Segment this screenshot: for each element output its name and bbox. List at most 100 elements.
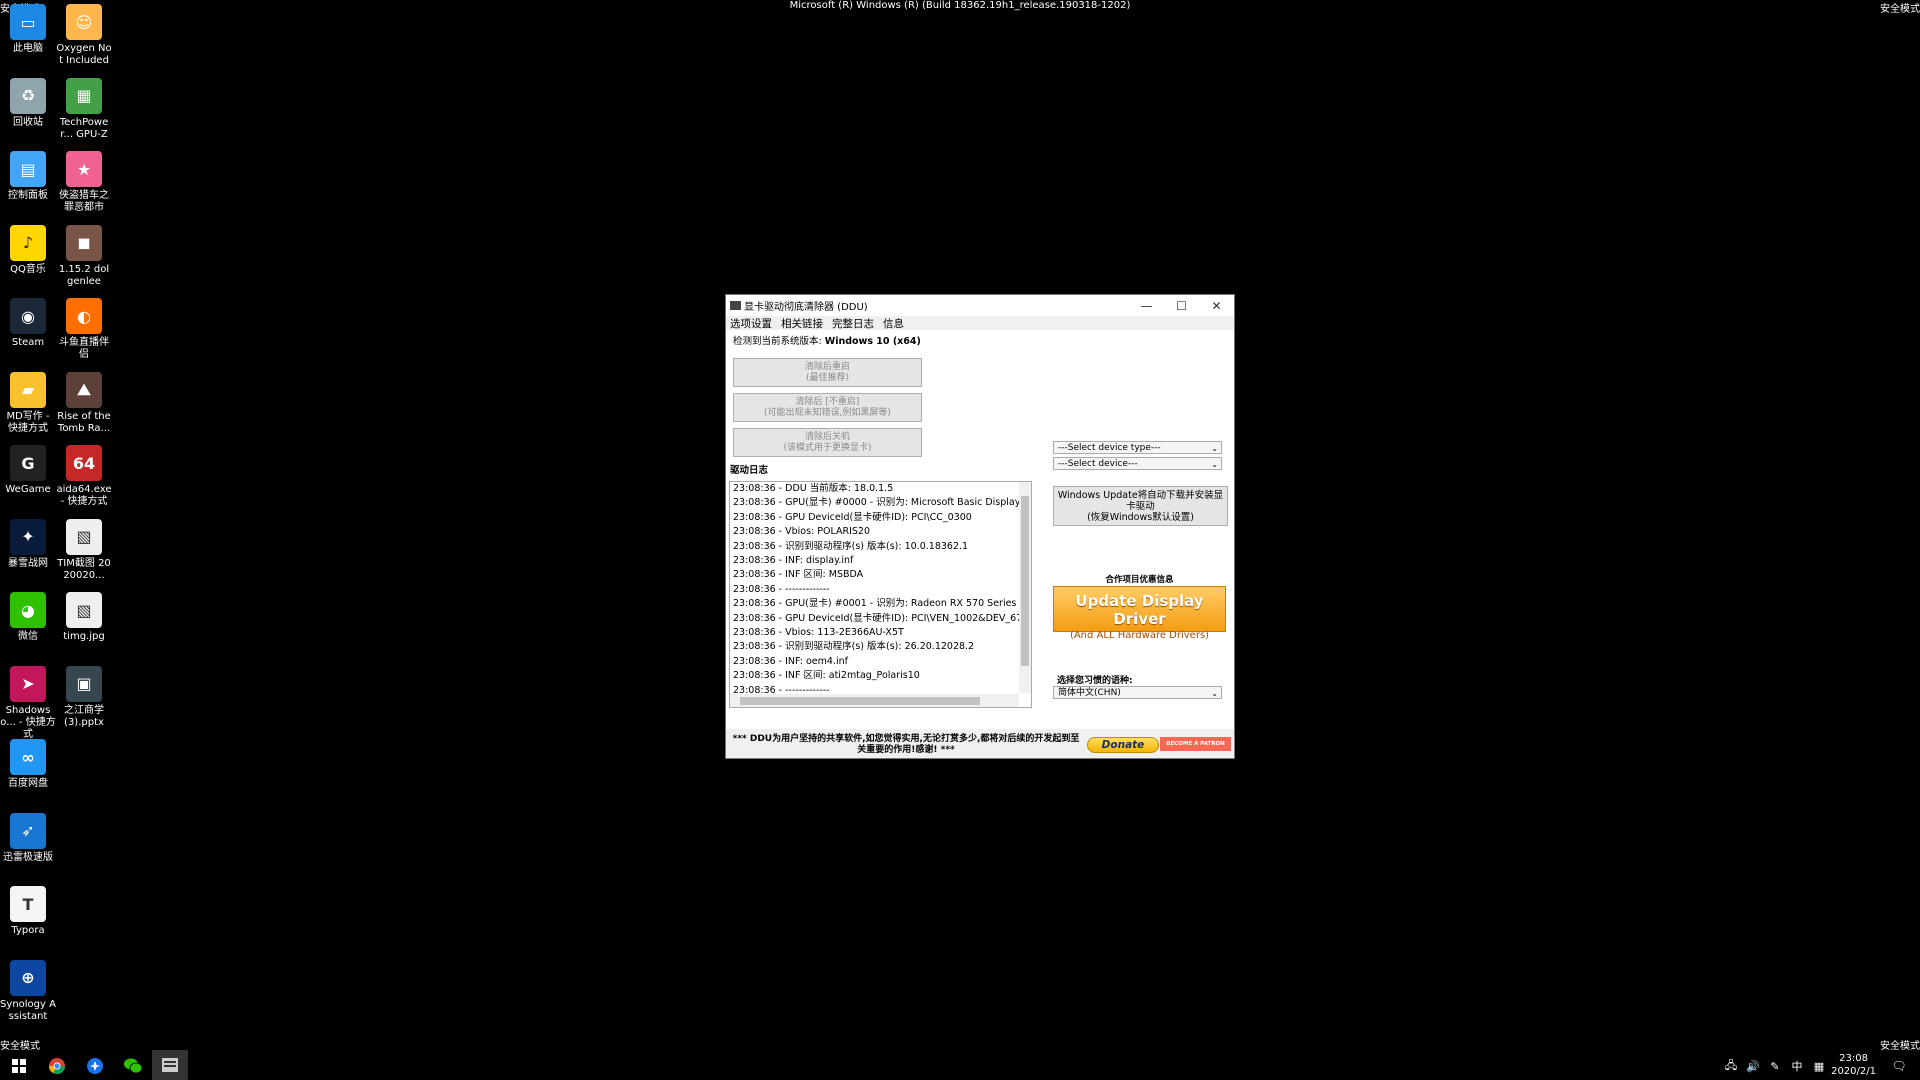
patron-button[interactable]: BECOME A PATRON — [1160, 737, 1231, 751]
clean-restart-button[interactable]: 清除后重启 (最佳推荐) — [733, 358, 922, 387]
menu-bar: 选项设置 相关链接 完整日志 信息 — [726, 316, 1234, 330]
windows-update-button[interactable]: Windows Update将自动下载并安装显 卡驱动 (恢复Windows默认… — [1053, 486, 1228, 526]
device-select[interactable]: ---Select device--- ⌄ — [1053, 457, 1222, 470]
pen-tray-icon[interactable]: ✎ — [1764, 1055, 1786, 1077]
desktop-icon[interactable]: ➶ 迅雷极速版 — [0, 812, 56, 864]
donate-button[interactable]: Donate — [1087, 737, 1159, 753]
desktop-icon[interactable]: ▰ MD写作 - 快捷方式 — [0, 371, 56, 435]
wechat-icon: ◕ — [10, 592, 46, 628]
desktop-icon[interactable]: ☺ Oxygen Not Included — [56, 4, 112, 67]
desktop-icon[interactable]: ✦ 暴雪战网 — [0, 518, 56, 570]
ime-indicator[interactable]: 中 — [1786, 1055, 1808, 1077]
desktop-icon-label: Typora — [11, 925, 45, 936]
os-label: 检测到当前系统版本: — [733, 336, 822, 347]
minecraft-icon: ◼ — [66, 224, 102, 261]
clean-restart-label: 清除后重启 — [804, 361, 850, 372]
log-line: 23:08:36 - 识别到驱动程序(s) 版本(s): 10.0.18362.… — [733, 540, 969, 552]
menu-full-log[interactable]: 完整日志 — [832, 316, 874, 330]
menu-info[interactable]: 信息 — [883, 316, 904, 330]
desktop-icon-label: 1.15.2 dolgenlee — [58, 263, 110, 287]
typora-icon: T — [10, 886, 46, 922]
menu-links[interactable]: 相关链接 — [781, 316, 823, 330]
desktop-icon[interactable]: ▦ TechPower... GPU-Z — [56, 77, 112, 141]
desktop-icon[interactable]: ▧ timg.jpg — [56, 592, 112, 643]
windows-update-line1: Windows Update将自动下载并安装显 — [1057, 489, 1224, 501]
desktop-icon-label: 百度网盘 — [8, 778, 48, 789]
language-select[interactable]: 简体中文(CHN) ⌄ — [1053, 686, 1222, 699]
device-type-select[interactable]: ---Select device type--- ⌄ — [1053, 441, 1222, 454]
network-tray-icon[interactable]: 🖧 — [1720, 1055, 1742, 1077]
desktop-icon-label: 控制面板 — [8, 190, 48, 201]
os-value: Windows 10 (x64) — [824, 336, 921, 347]
desktop-icon[interactable]: ★ 侠盗猎车之罪恶都市 — [56, 151, 112, 214]
desktop-icon[interactable]: ▤ 控制面板 — [0, 151, 56, 202]
log-horizontal-scrollbar[interactable] — [730, 694, 1019, 707]
clean-no-restart-sublabel: (可能出现未知错误,例如黑屏等) — [764, 407, 891, 418]
maximize-button[interactable]: ☐ — [1164, 299, 1199, 313]
gpu-z-icon: ▦ — [66, 77, 102, 114]
update-banner-subtitle: (And ALL Hardware Drivers) — [1069, 630, 1210, 641]
window-title: 显卡驱动彻底清除器 (DDU) — [744, 302, 868, 313]
app-icon — [730, 301, 741, 310]
desktop-icon[interactable]: G WeGame — [0, 445, 56, 496]
clock[interactable]: 23:08 2020/2/1 — [1831, 1052, 1876, 1078]
desktop-icon[interactable]: ♻ 回收站 — [0, 77, 56, 129]
clean-shutdown-label: 清除后关机 — [804, 431, 850, 442]
desktop-icon[interactable]: T Typora — [0, 886, 56, 937]
desktop-icon-label: QQ音乐 — [10, 263, 46, 275]
desktop-icon[interactable]: ◕ 微信 — [0, 592, 56, 643]
qq-music-icon: ♪ — [10, 224, 46, 261]
desktop-icon[interactable]: ▣ 之江商学 (3).pptx — [56, 665, 112, 729]
clean-no-restart-button[interactable]: 清除后 [不重启] (可能出现未知错误,例如黑屏等) — [733, 393, 922, 422]
clean-no-restart-label: 清除后 [不重启] — [795, 396, 860, 407]
desktop-icon-label: 之江商学 (3).pptx — [64, 704, 104, 728]
log-horizontal-scroll-thumb[interactable] — [740, 697, 980, 705]
log-line: 23:08:36 - 识别到驱动程序(s) 版本(s): 26.20.12028… — [733, 641, 975, 653]
chevron-down-icon: ⌄ — [1211, 444, 1218, 453]
update-display-driver-banner[interactable]: Update Display Driver (And ALL Hardware … — [1053, 586, 1226, 641]
title-bar[interactable]: 显卡驱动彻底清除器 (DDU) — ☐ ✕ — [726, 295, 1234, 316]
close-button[interactable]: ✕ — [1199, 299, 1234, 313]
desktop-icon[interactable]: 64 aida64.exe - 快捷方式 — [56, 445, 112, 508]
desktop-icon[interactable]: ⊕ Synology Assistant — [0, 959, 56, 1023]
ddu-taskbar-button[interactable] — [152, 1050, 188, 1080]
desktop-icon-label: timg.jpg — [63, 631, 105, 642]
log-line: 23:08:36 - ------------- — [733, 583, 830, 595]
desktop-icon[interactable]: ⛰ Rise of the Tomb Ra... — [56, 371, 112, 435]
desktop-icon[interactable]: ◉ Steam — [0, 298, 56, 349]
desktop-icon[interactable]: ▭ 此电脑 — [0, 4, 56, 55]
start-windows-icon[interactable] — [8, 1055, 30, 1077]
device-type-select-value: ---Select device type--- — [1058, 443, 1161, 453]
log-vertical-scrollbar[interactable] — [1019, 482, 1031, 693]
desktop-icon[interactable]: ♪ QQ音乐 — [0, 224, 56, 276]
desktop-icon-label: Oxygen Not Included — [56, 43, 112, 66]
clean-shutdown-button[interactable]: 清除后关机 (该模式用于更换显卡) — [733, 428, 922, 457]
desktop-icon-label: 暴雪战网 — [8, 557, 48, 569]
log-vertical-scroll-thumb[interactable] — [1021, 496, 1029, 666]
chrome-icon[interactable] — [46, 1055, 68, 1077]
wegame-icon: G — [10, 445, 46, 481]
os-detected: 检测到当前系统版本: Windows 10 (x64) — [733, 333, 921, 347]
aida64-icon: 64 — [66, 445, 102, 481]
desktop-icon[interactable]: ∞ 百度网盘 — [0, 739, 56, 790]
menu-options[interactable]: 选项设置 — [730, 316, 772, 330]
footer: *** DDU为用户坚持的共享软件,如您觉得实用,无论打赏多少,都将对后续的开发… — [726, 729, 1234, 758]
taskbar: 🖧 🔊 ✎ 中 ▦ 23:08 2020/2/1 🗨 — [0, 1050, 1920, 1080]
steam-icon: ◉ — [10, 298, 46, 334]
wechat-taskbar-icon[interactable] — [122, 1055, 144, 1077]
app-blue-icon[interactable] — [84, 1055, 106, 1077]
xunlei-icon: ➶ — [10, 812, 46, 849]
volume-tray-icon[interactable]: 🔊 — [1742, 1055, 1764, 1077]
driver-log[interactable]: 23:08:36 - DDU 当前版本: 18.0.1.5 23:08:36 - … — [729, 481, 1032, 708]
desktop-icon[interactable]: ➤ Shadowso... - 快捷方式 — [0, 665, 56, 741]
log-label: 驱动日志 — [730, 465, 769, 476]
desktop-icon-label: Steam — [11, 337, 45, 348]
desktop-icon[interactable]: ◼ 1.15.2 dolgenlee — [56, 224, 112, 288]
notification-icon[interactable]: 🗨 — [1888, 1055, 1910, 1077]
desktop-icon[interactable]: ◐ 斗鱼直播伴侣 — [56, 298, 112, 361]
log-line: 23:08:36 - GPU(显卡) #0001 - 识别为: Radeon R… — [733, 598, 1017, 610]
minimize-button[interactable]: — — [1129, 299, 1164, 313]
desktop-icon[interactable]: ▧ TIM截图 2020020... — [56, 518, 112, 582]
log-line: 23:08:36 - GPU(显卡) #0000 - 识别为: Microsof… — [733, 497, 1032, 509]
keyboard-tray-icon[interactable]: ▦ — [1808, 1055, 1830, 1077]
